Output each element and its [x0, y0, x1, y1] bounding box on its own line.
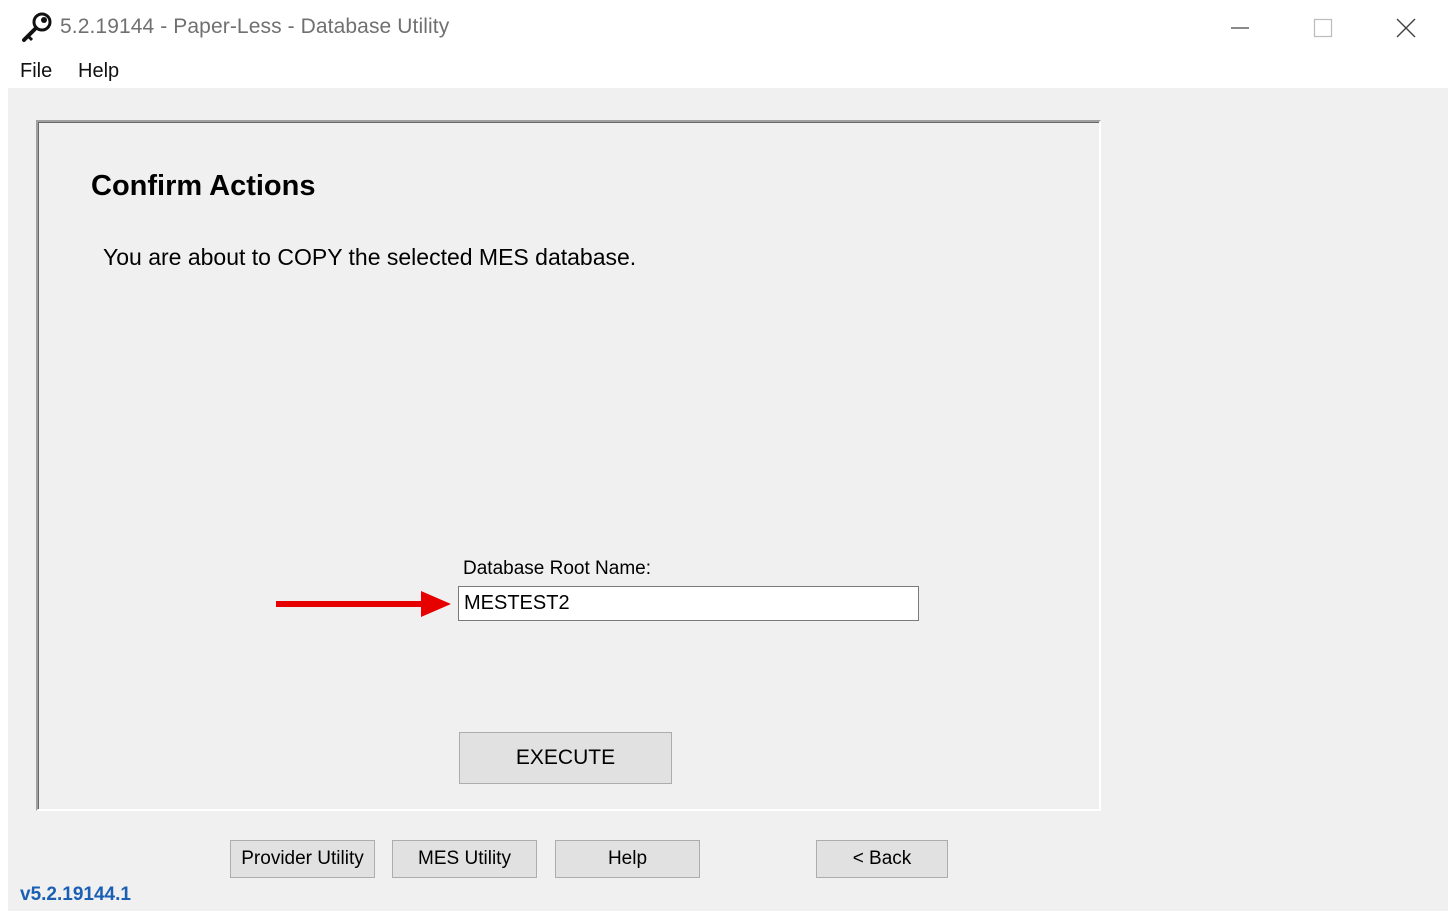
execute-button[interactable]: EXECUTE [459, 732, 672, 784]
app-window: 5.2.19144 - Paper-Less - Database Utilit… [0, 0, 1448, 911]
version-label: v5.2.19144.1 [20, 884, 131, 905]
menu-file[interactable]: File [16, 60, 56, 83]
red-arrow-icon [276, 591, 451, 617]
close-button[interactable] [1366, 0, 1446, 56]
key-wrench-icon [20, 10, 54, 44]
menu-bar: File Help [0, 56, 1448, 88]
title-bar: 5.2.19144 - Paper-Less - Database Utilit… [0, 0, 1448, 56]
menu-help[interactable]: Help [74, 60, 123, 83]
confirm-message: You are about to COPY the selected MES d… [103, 244, 637, 270]
mes-utility-button[interactable]: MES Utility [392, 840, 537, 878]
confirm-panel: Confirm Actions You are about to COPY th… [36, 120, 1101, 811]
window-title: 5.2.19144 - Paper-Less - Database Utilit… [60, 15, 450, 38]
maximize-button[interactable] [1283, 0, 1363, 56]
minimize-button[interactable] [1200, 0, 1280, 56]
maximize-icon [1313, 18, 1333, 38]
minimize-icon [1231, 27, 1249, 29]
close-icon [1396, 18, 1416, 38]
back-button[interactable]: < Back [816, 840, 948, 878]
provider-utility-button[interactable]: Provider Utility [230, 840, 375, 878]
database-root-name-label: Database Root Name: [463, 558, 651, 579]
help-button[interactable]: Help [555, 840, 700, 878]
page-title: Confirm Actions [91, 170, 316, 202]
client-area: Confirm Actions You are about to COPY th… [8, 88, 1448, 911]
database-root-name-input[interactable] [458, 586, 919, 621]
